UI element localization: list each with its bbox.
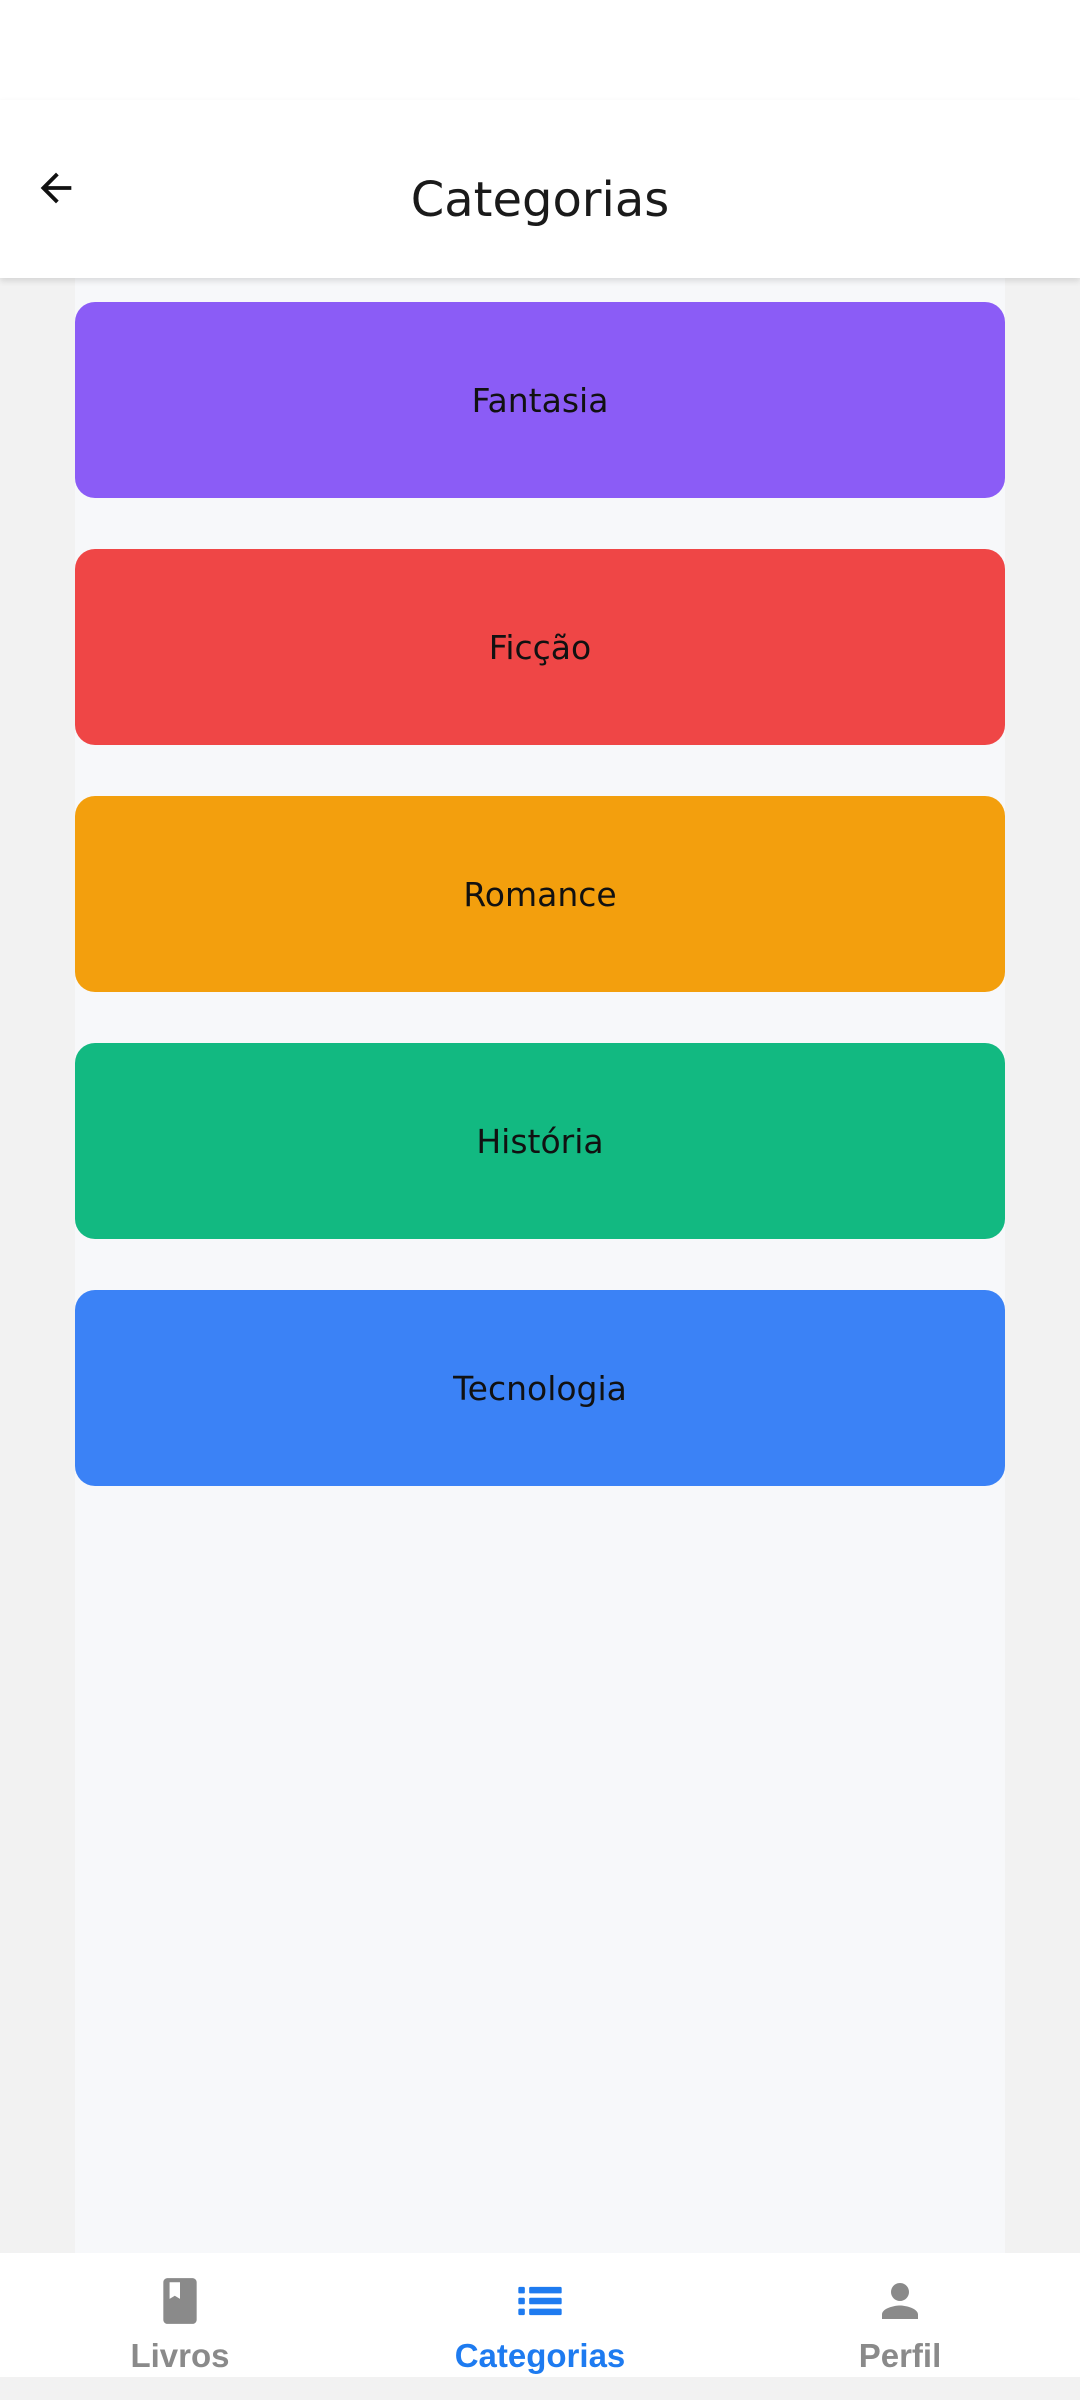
page-title: Categorias [410, 172, 670, 228]
category-label: História [476, 1121, 604, 1161]
category-card-ficcao[interactable]: Ficção [75, 549, 1005, 745]
category-label: Romance [463, 874, 617, 914]
category-label: Fantasia [471, 380, 609, 420]
person-icon [872, 2273, 928, 2329]
category-card-fantasia[interactable]: Fantasia [75, 302, 1005, 498]
app-header: Categorias [0, 100, 1080, 278]
tab-label: Categorias [454, 2337, 626, 2374]
book-icon [152, 2273, 208, 2329]
status-bar-area [0, 0, 1080, 100]
category-card-romance[interactable]: Romance [75, 796, 1005, 992]
list-icon [512, 2273, 568, 2329]
category-list: Fantasia Ficção Romance História Tecnolo… [75, 278, 1005, 2253]
tab-livros[interactable]: Livros [0, 2253, 360, 2377]
tab-label: Livros [130, 2337, 230, 2374]
category-label: Ficção [488, 627, 592, 667]
bottom-navigation: Livros Categorias Perfil [0, 2253, 1080, 2377]
tab-label: Perfil [858, 2337, 942, 2374]
category-card-historia[interactable]: História [75, 1043, 1005, 1239]
category-card-tecnologia[interactable]: Tecnologia [75, 1290, 1005, 1486]
tab-categorias[interactable]: Categorias [360, 2253, 720, 2377]
tab-perfil[interactable]: Perfil [720, 2253, 1080, 2377]
category-label: Tecnologia [453, 1368, 627, 1408]
system-navigation-area [0, 2377, 1080, 2400]
